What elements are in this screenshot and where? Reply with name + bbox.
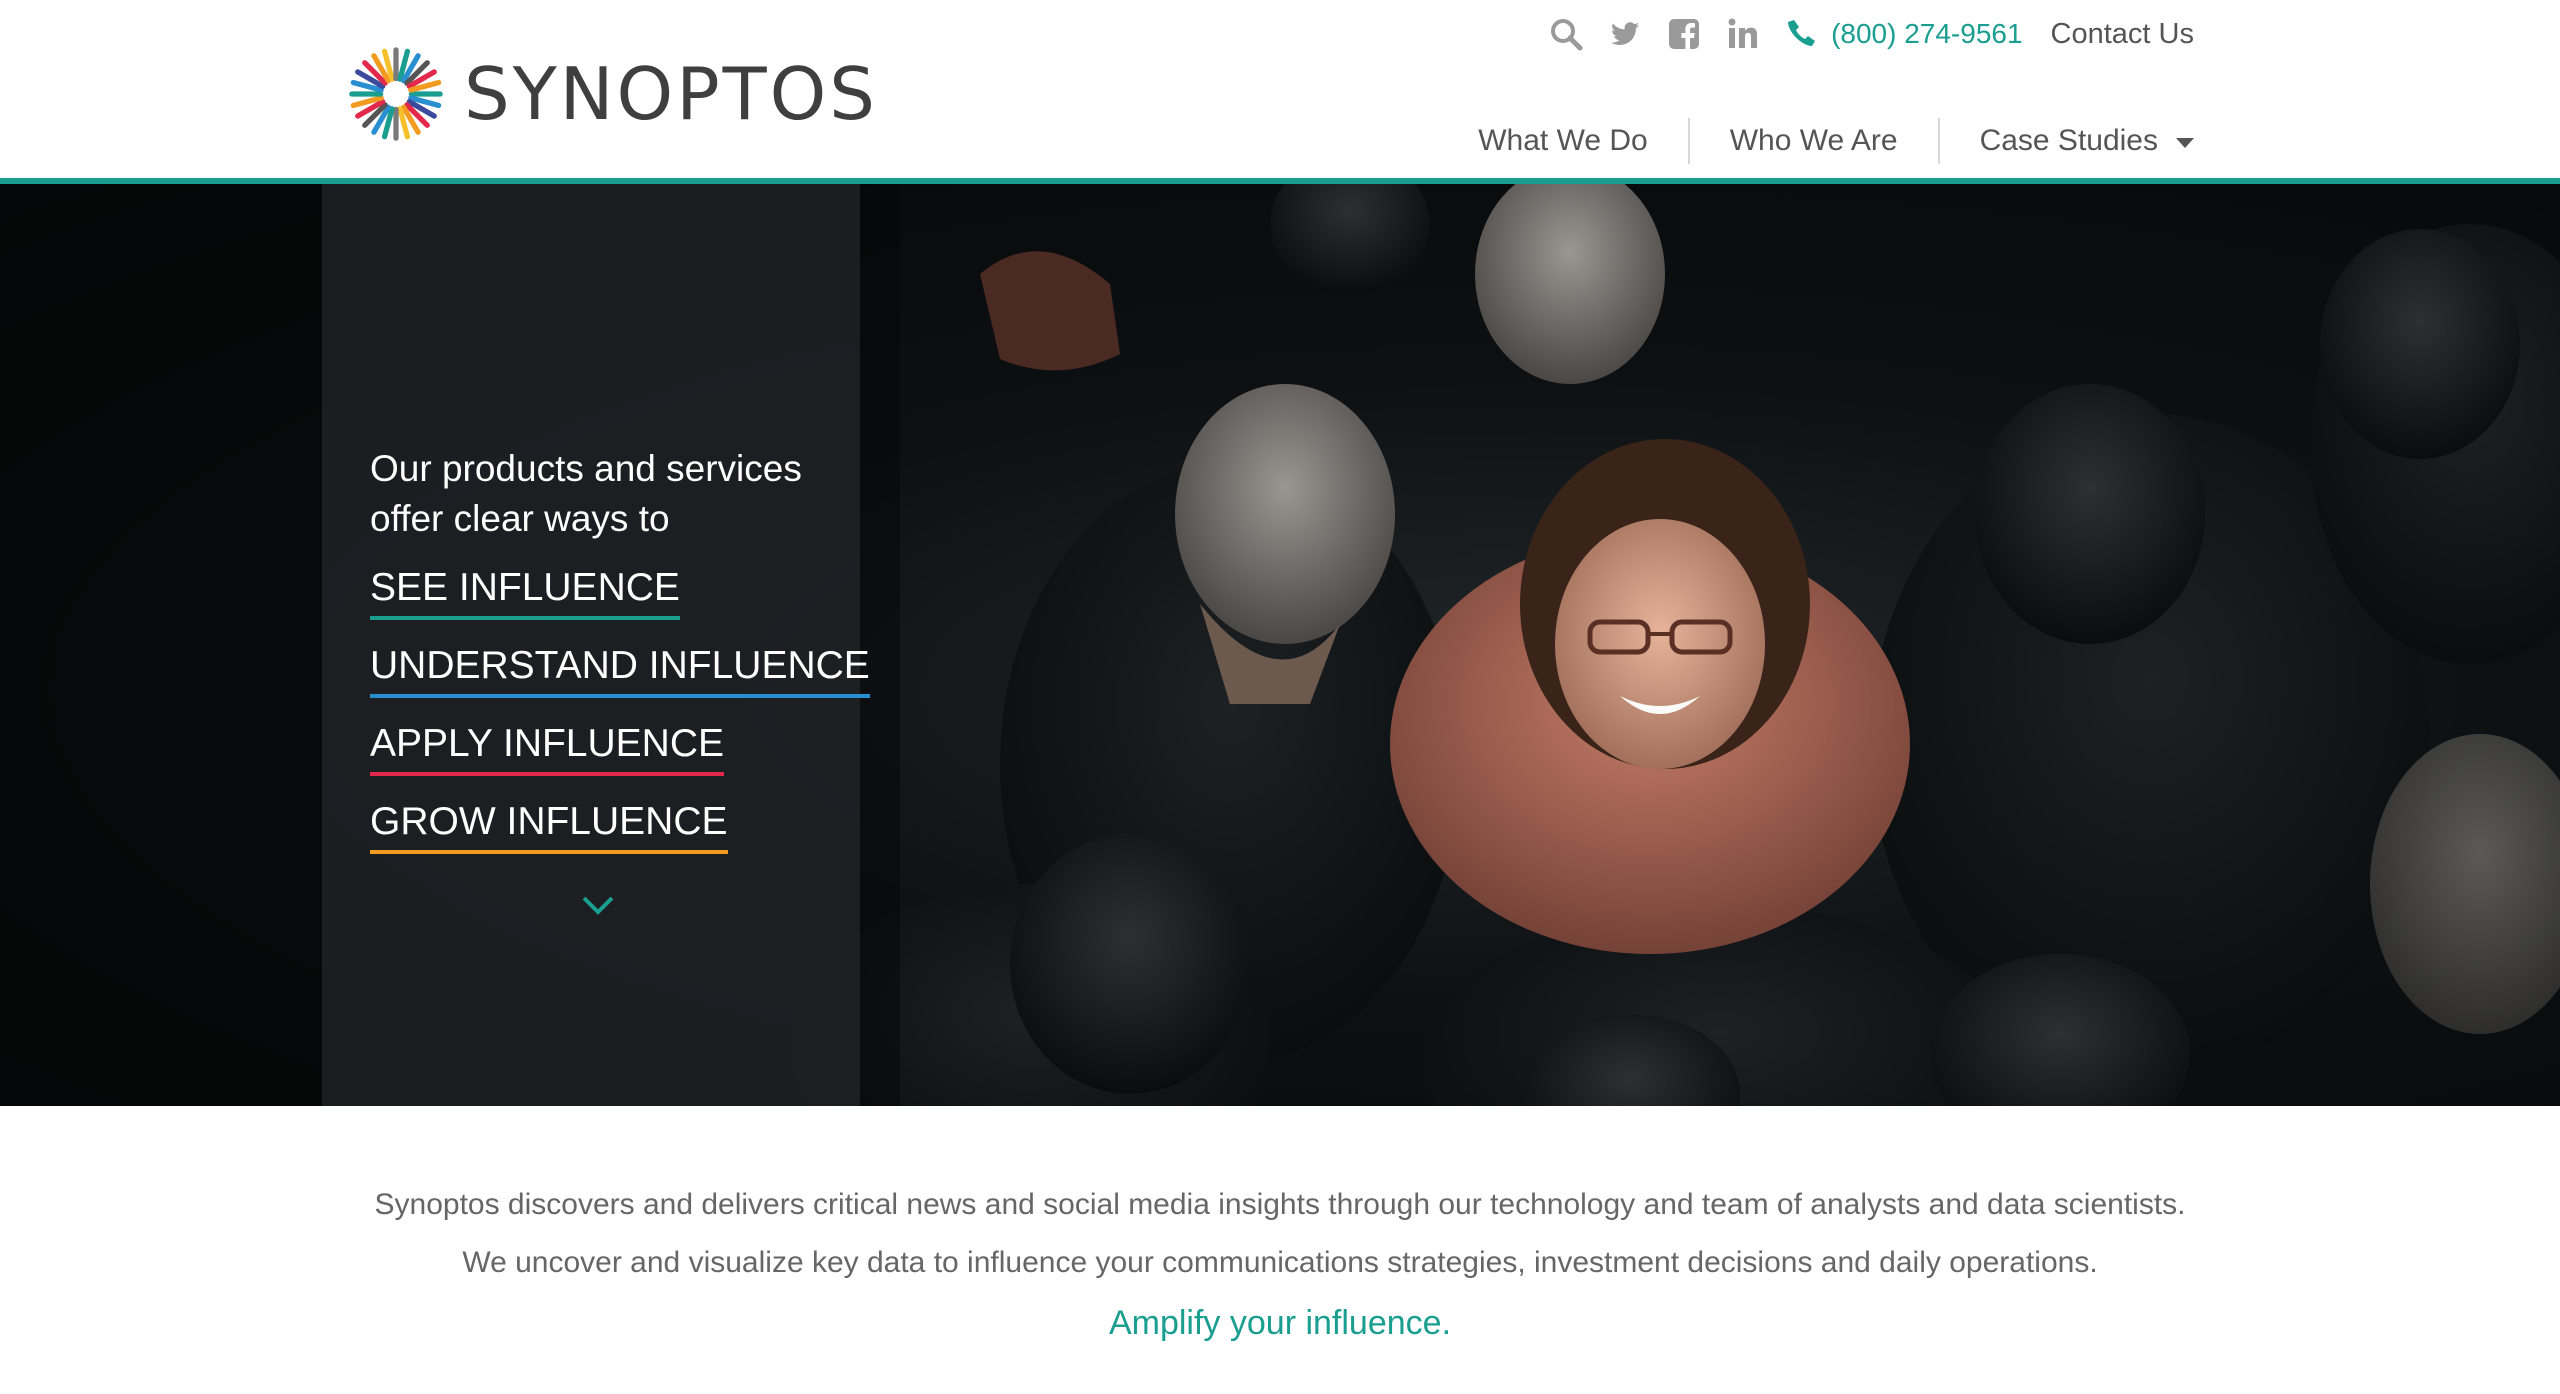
about-line-2: We uncover and visualize key data to inf… (462, 1246, 2098, 1279)
contact-us-link[interactable]: Contact Us (2051, 18, 2194, 51)
logo-mark-icon (349, 47, 443, 141)
chevron-down-icon[interactable] (578, 890, 618, 920)
nav-item-case-studies[interactable]: Case Studies (1937, 118, 2194, 164)
site-header: SYNOPTOS (800) 274-9561 Contact Us What … (0, 0, 2560, 178)
about-line-1: Synoptos discovers and delivers critical… (374, 1188, 2186, 1221)
twitter-icon[interactable] (1607, 16, 1643, 52)
facebook-icon[interactable] (1666, 16, 1702, 52)
phone-link[interactable]: (800) 274-9561 (1785, 18, 2023, 50)
hero-text-panel: Our products and services offer clear wa… (322, 184, 870, 1106)
logo-text: SYNOPTOS (464, 52, 878, 136)
nav-item-label: Case Studies (1979, 124, 2158, 157)
phone-icon (1788, 20, 1816, 46)
nav-item-who-we-are[interactable]: Who We Are (1687, 118, 1938, 164)
nav-item-label: What We Do (1478, 124, 1648, 157)
hero-banner: Our products and services offer clear wa… (0, 184, 2560, 1106)
understand-influence-link[interactable]: UNDERSTAND INFLUENCE (370, 642, 870, 698)
nav-item-label: Who We Are (1729, 124, 1898, 157)
nav-item-what-we-do[interactable]: What We Do (1438, 118, 1688, 164)
linkedin-icon[interactable] (1725, 16, 1761, 52)
phone-number: (800) 274-9561 (1831, 18, 2023, 49)
grow-influence-link[interactable]: GROW INFLUENCE (370, 798, 728, 854)
utility-bar: (800) 274-9561 Contact Us (1525, 8, 2194, 60)
hero-intro-text: Our products and services offer clear wa… (370, 448, 802, 539)
search-icon[interactable] (1548, 16, 1584, 52)
see-influence-link[interactable]: SEE INFLUENCE (370, 564, 680, 620)
tagline: Amplify your influence. (1108, 1304, 1452, 1342)
about-section: Synoptos discovers and delivers critical… (0, 1106, 2560, 1394)
main-nav: What We Do Who We Are Case Studies (1438, 116, 2194, 166)
apply-influence-link[interactable]: APPLY INFLUENCE (370, 720, 725, 776)
chevron-down-icon (2176, 138, 2194, 148)
logo[interactable]: SYNOPTOS (348, 46, 878, 142)
